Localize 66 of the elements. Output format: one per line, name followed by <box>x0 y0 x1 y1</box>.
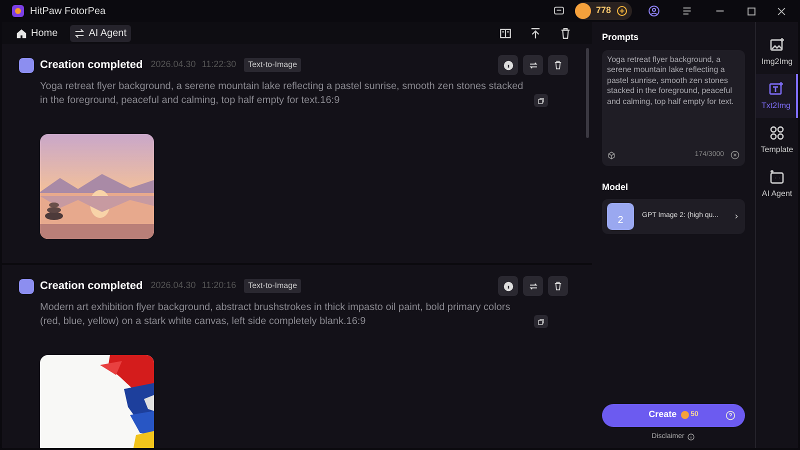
help-icon <box>725 410 736 420</box>
home-icon <box>16 28 27 38</box>
credits-badge[interactable]: 778 <box>574 2 632 20</box>
status-title: Creation completed <box>40 278 143 294</box>
info-icon <box>502 280 514 292</box>
menu-icon <box>681 5 693 17</box>
coin-icon <box>680 411 689 419</box>
credits-count: 778 <box>596 4 611 18</box>
delete-icon <box>553 281 563 291</box>
time-text: 11:22:30 <box>202 58 236 72</box>
copy-icon <box>537 96 545 104</box>
account-icon <box>648 5 660 17</box>
chat-bot-icon <box>769 168 785 184</box>
copy-button[interactable] <box>534 94 548 107</box>
close-icon <box>776 6 787 16</box>
template-icon <box>769 124 785 140</box>
sidebar-tab[interactable]: Txt2Img <box>756 74 798 118</box>
type-tag: Text-to-Image <box>244 279 302 293</box>
clear-icon <box>730 150 740 160</box>
refresh-icon <box>528 280 538 292</box>
image-plus-icon <box>769 36 785 52</box>
text-plus-icon <box>768 80 784 96</box>
date-text: 2026.04.30 <box>150 58 196 72</box>
sidebar-tab[interactable]: Img2Img <box>756 30 798 74</box>
toolbar-tab[interactable]: AI Agent <box>70 24 130 42</box>
create-label: Create <box>648 408 677 422</box>
regenerate-button[interactable] <box>523 55 543 75</box>
delete-icon <box>559 26 572 40</box>
window-title: HitPaw FotorPea <box>30 4 106 18</box>
copy-icon <box>537 318 545 326</box>
sidebar-tab[interactable]: AI Agent <box>756 162 798 206</box>
model-thumbnail: 2 <box>607 203 634 230</box>
refresh-icon <box>528 60 538 70</box>
type-tag: Text-to-Image <box>244 58 302 72</box>
prompt-value: Yoga retreat flyer background, a serene mountain lake reflecting a pastel sunrise, smooth zen stones stacked in the foreground, peaceful and calming, top half empty for text. <box>607 54 735 107</box>
avatar-icon <box>19 58 34 72</box>
compare-icon <box>499 26 512 40</box>
date-text: 2026.04.30 <box>150 279 196 292</box>
cube-icon <box>607 150 616 160</box>
app-logo-icon <box>12 5 24 17</box>
prompt-text: Yoga retreat flyer background, a serene mountain lake reflecting a pastel sunrise, smooth zen stones stacked in the foreground, peaceful and calming, top half empty for text.16:9 <box>40 80 524 108</box>
chevron-right-icon <box>733 213 740 220</box>
toolbar-tab[interactable]: Home <box>12 24 62 42</box>
upload-icon <box>529 26 542 40</box>
copy-button[interactable] <box>534 315 548 328</box>
delete-button[interactable] <box>548 276 568 296</box>
time-text: 11:20:16 <box>202 279 236 292</box>
sidebar-tab[interactable]: Template <box>756 118 798 162</box>
delete-icon <box>553 60 563 70</box>
prompt-text: Modern art exhibition flyer background, abstract brushstrokes in thick impasto oil paint, bold primary colors (red, blue, yellow) on a stark white canvas, left side completely blank.16:9 <box>40 301 512 329</box>
model-heading: Model <box>602 180 629 194</box>
info-button[interactable] <box>498 55 518 75</box>
regenerate-button[interactable] <box>523 276 543 296</box>
info-icon <box>502 60 514 70</box>
swap-icon <box>74 28 85 38</box>
maximize-icon <box>746 6 757 16</box>
prompts-heading: Prompts <box>602 31 640 44</box>
add-icon <box>616 5 628 17</box>
delete-button[interactable] <box>548 55 568 75</box>
message-icon <box>552 5 565 17</box>
coin-icon <box>574 3 591 19</box>
avatar-icon <box>19 278 34 294</box>
status-title: Creation completed <box>40 58 143 73</box>
info-icon <box>687 432 696 441</box>
info-button[interactable] <box>498 276 518 296</box>
scrollbar[interactable] <box>586 48 589 138</box>
